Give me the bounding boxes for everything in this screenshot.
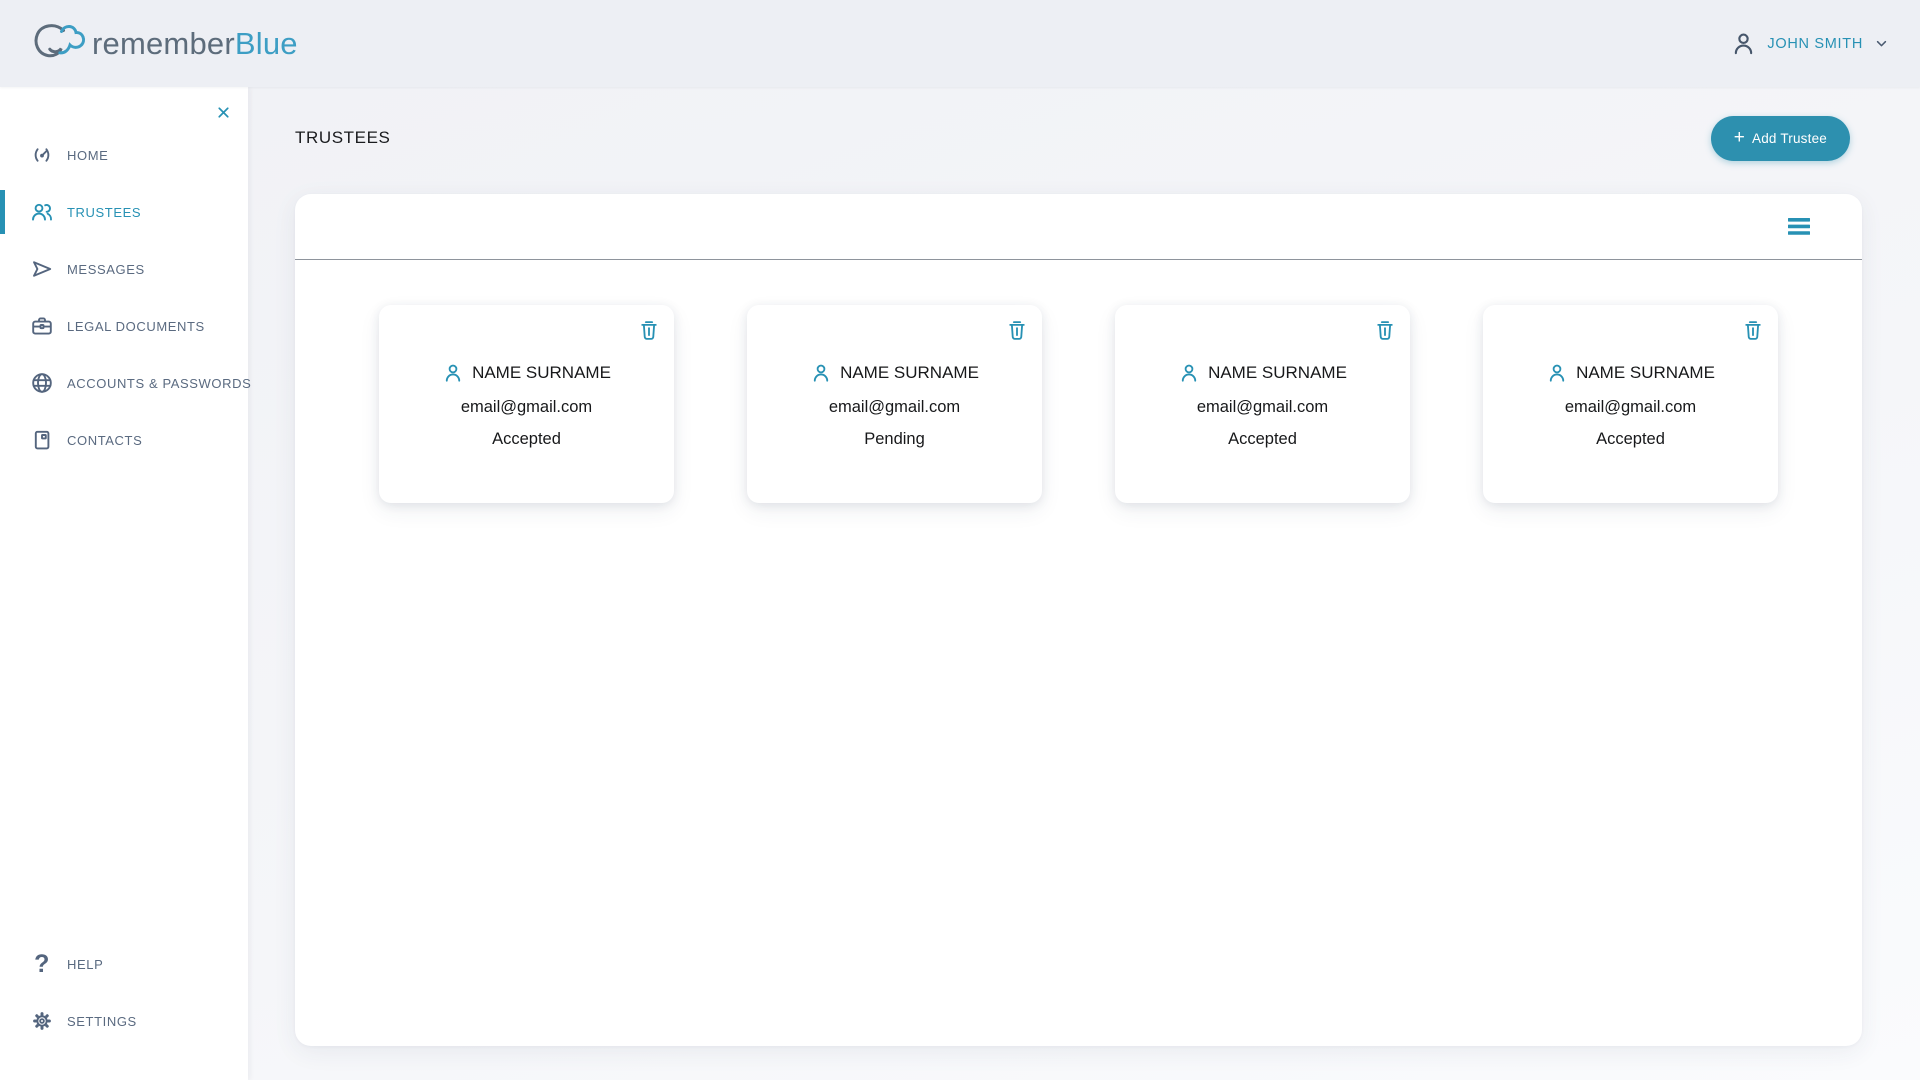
sidebar-item-label: HELP xyxy=(67,957,103,972)
page-head: TRUSTEES + Add Trustee xyxy=(295,115,1862,161)
sidebar-item-help[interactable]: ? HELP xyxy=(0,942,248,986)
user-icon xyxy=(1730,30,1757,57)
trustee-card: NAME SURNAME email@gmail.com Accepted xyxy=(1483,305,1778,503)
person-icon xyxy=(442,362,464,384)
sidebar-item-legal-documents[interactable]: LEGAL DOCUMENTS xyxy=(0,304,248,348)
delete-trustee-button[interactable] xyxy=(638,318,660,342)
person-icon xyxy=(1546,362,1568,384)
sidebar-item-trustees[interactable]: TRUSTEES xyxy=(0,190,248,234)
sidebar: HOME TRUSTEES xyxy=(0,87,248,1080)
people-icon xyxy=(30,200,54,224)
chevron-down-icon xyxy=(1873,35,1890,52)
sidebar-item-contacts[interactable]: CONTACTS xyxy=(0,418,248,462)
sidebar-item-label: ACCOUNTS & PASSWORDS xyxy=(67,376,251,391)
user-name: JOHN SMITH xyxy=(1767,36,1863,52)
trustee-name-row: NAME SURNAME xyxy=(1546,362,1715,384)
sidebar-item-label: TRUSTEES xyxy=(67,205,141,220)
trustee-card: NAME SURNAME email@gmail.com Pending xyxy=(747,305,1042,503)
person-icon xyxy=(1178,362,1200,384)
gauge-icon xyxy=(30,143,54,167)
panel-menu-button[interactable] xyxy=(1784,214,1814,239)
briefcase-icon xyxy=(30,314,54,338)
sidebar-footer: ? HELP SETTINGS xyxy=(0,942,248,1080)
sidebar-item-home[interactable]: HOME xyxy=(0,133,248,177)
sidebar-nav: HOME TRUSTEES xyxy=(0,133,248,475)
trustee-name-row: NAME SURNAME xyxy=(442,362,611,384)
sidebar-item-settings[interactable]: SETTINGS xyxy=(0,999,248,1043)
panel-toolbar xyxy=(295,194,1862,260)
trustee-status: Pending xyxy=(864,430,925,449)
sidebar-item-label: LEGAL DOCUMENTS xyxy=(67,319,205,334)
trustee-name-row: NAME SURNAME xyxy=(810,362,979,384)
add-trustee-button-label: Add Trustee xyxy=(1752,131,1827,146)
trash-icon xyxy=(1742,318,1764,342)
trash-icon xyxy=(1006,318,1028,342)
person-icon xyxy=(810,362,832,384)
send-icon xyxy=(30,257,54,281)
plus-icon: + xyxy=(1734,128,1745,147)
sidebar-item-label: HOME xyxy=(67,148,108,163)
delete-trustee-button[interactable] xyxy=(1006,318,1028,342)
sidebar-item-messages[interactable]: MESSAGES xyxy=(0,247,248,291)
trash-icon xyxy=(638,318,660,342)
sidebar-item-label: CONTACTS xyxy=(67,433,142,448)
delete-trustee-button[interactable] xyxy=(1742,318,1764,342)
delete-trustee-button[interactable] xyxy=(1374,318,1396,342)
trash-icon xyxy=(1374,318,1396,342)
add-trustee-button[interactable]: + Add Trustee xyxy=(1711,116,1850,161)
app-header: rememberBlue JOHN SMITH xyxy=(0,0,1920,87)
trustee-email: email@gmail.com xyxy=(829,398,960,417)
menu-icon xyxy=(1788,218,1810,235)
close-icon xyxy=(215,104,232,121)
sidebar-item-label: MESSAGES xyxy=(67,262,145,277)
logo-text: rememberBlue xyxy=(92,28,298,59)
logo-text-blue: Blue xyxy=(235,26,298,61)
active-indicator xyxy=(0,190,5,234)
trustees-panel: NAME SURNAME email@gmail.com Accepted xyxy=(295,194,1862,1046)
cloud-logo-icon xyxy=(26,21,88,67)
trustee-status: Accepted xyxy=(1596,430,1665,449)
trustee-email: email@gmail.com xyxy=(1197,398,1328,417)
sidebar-item-accounts-passwords[interactable]: ACCOUNTS & PASSWORDS xyxy=(0,361,248,405)
trustee-name: NAME SURNAME xyxy=(472,363,611,383)
trustee-name: NAME SURNAME xyxy=(840,363,979,383)
main-content: TRUSTEES + Add Trustee xyxy=(248,87,1920,1080)
trustee-email: email@gmail.com xyxy=(1565,398,1696,417)
trustee-card: NAME SURNAME email@gmail.com Accepted xyxy=(379,305,674,503)
app-logo: rememberBlue xyxy=(26,21,298,67)
question-icon: ? xyxy=(30,952,54,977)
trustee-email: email@gmail.com xyxy=(461,398,592,417)
sidebar-close-button[interactable] xyxy=(210,99,236,125)
trustee-status: Accepted xyxy=(492,430,561,449)
trustee-card-grid: NAME SURNAME email@gmail.com Accepted xyxy=(295,260,1862,503)
trustee-name: NAME SURNAME xyxy=(1576,363,1715,383)
gear-icon xyxy=(30,1009,54,1033)
trustee-name: NAME SURNAME xyxy=(1208,363,1347,383)
page-title: TRUSTEES xyxy=(295,128,390,148)
trustee-name-row: NAME SURNAME xyxy=(1178,362,1347,384)
logo-text-gray: remember xyxy=(92,26,235,61)
user-menu[interactable]: JOHN SMITH xyxy=(1730,30,1890,57)
trustee-card: NAME SURNAME email@gmail.com Accepted xyxy=(1115,305,1410,503)
globe-icon xyxy=(30,371,54,395)
contact-book-icon xyxy=(30,428,54,452)
trustee-status: Accepted xyxy=(1228,430,1297,449)
sidebar-item-label: SETTINGS xyxy=(67,1014,137,1029)
